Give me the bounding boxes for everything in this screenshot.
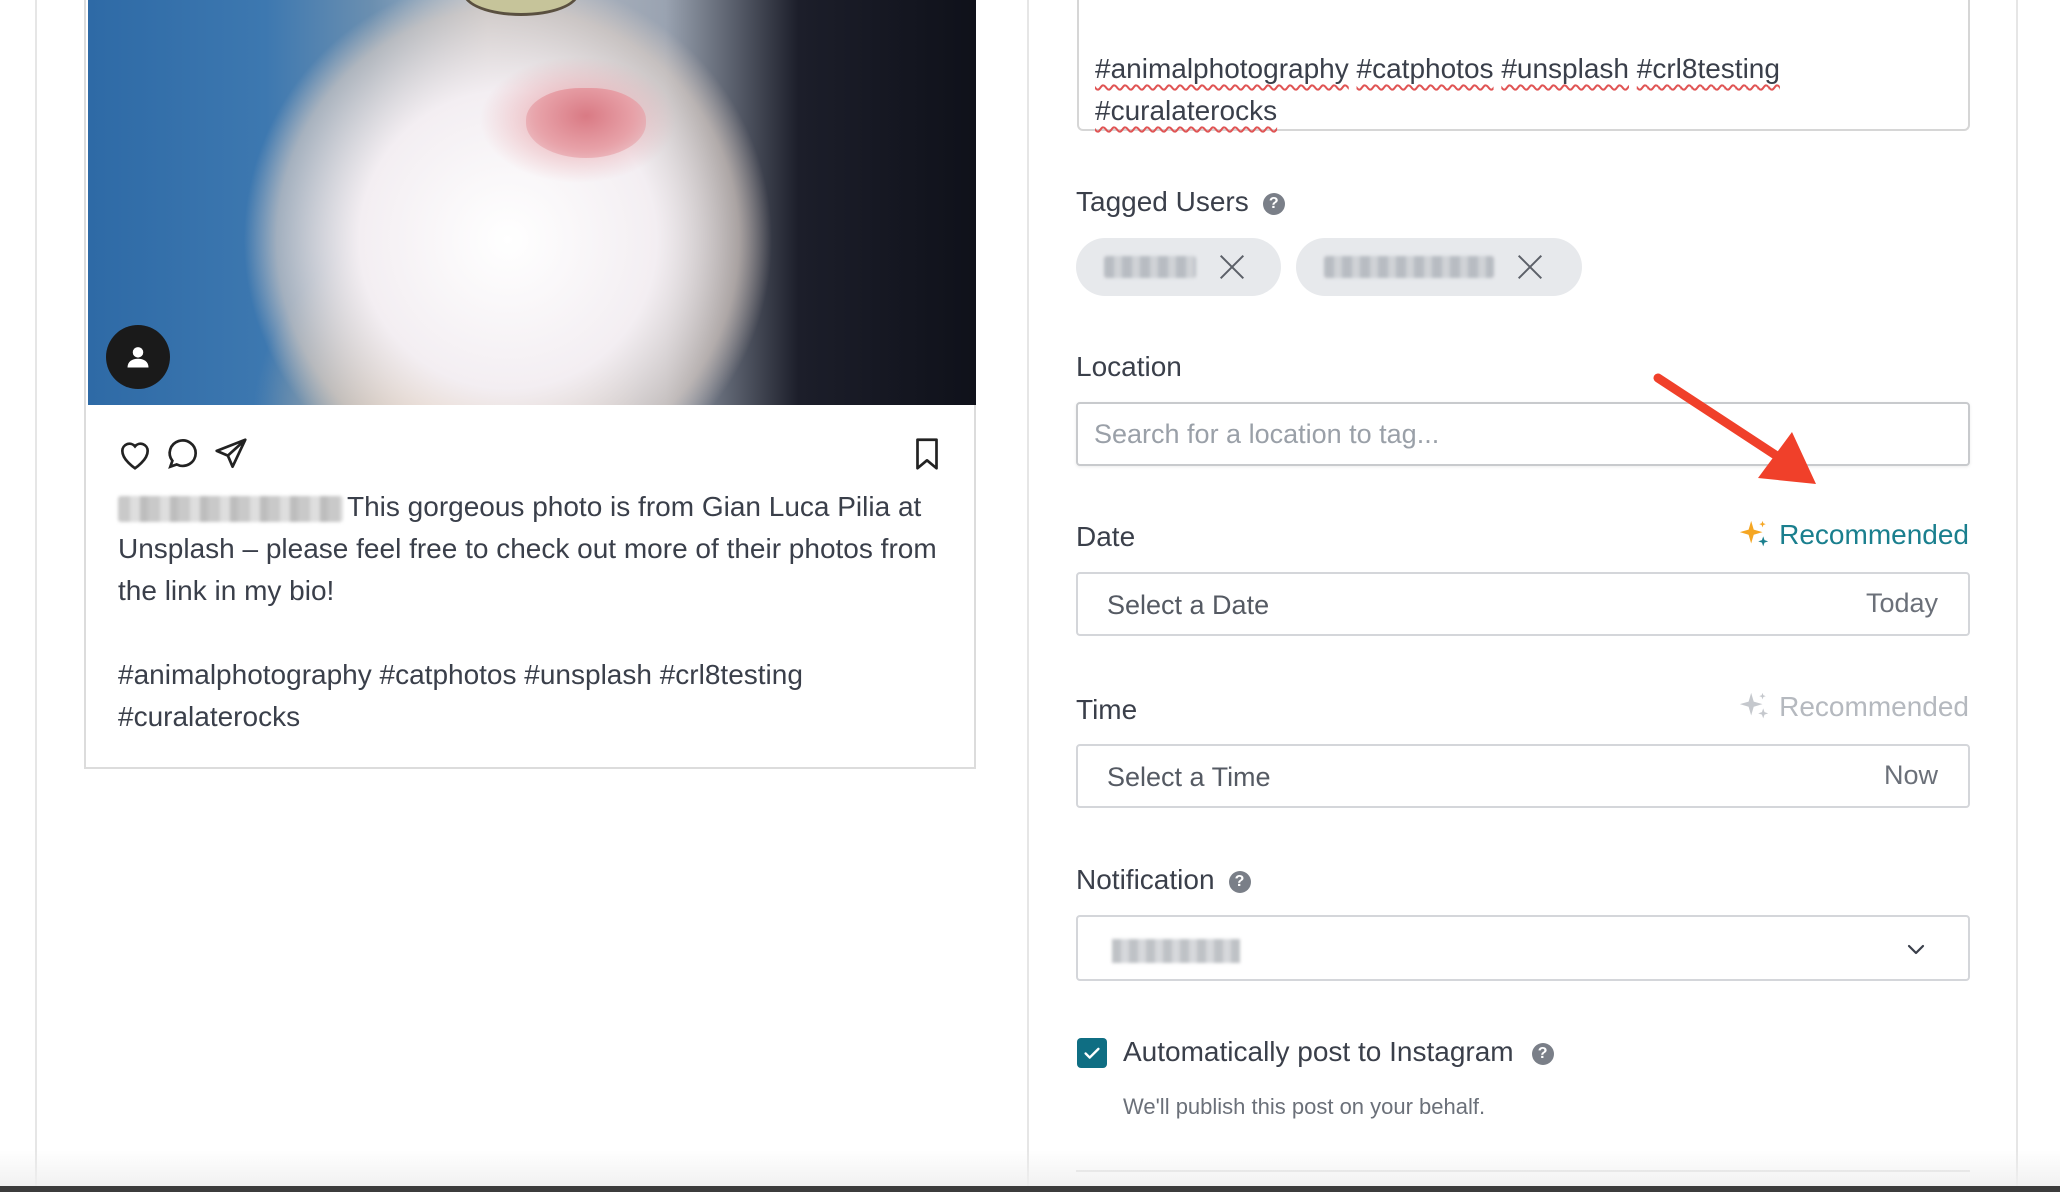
annotation-arrow: [1653, 373, 1816, 484]
notification-select[interactable]: [1076, 915, 1970, 981]
notification-label: Notification?: [1076, 864, 1251, 896]
location-search-input[interactable]: [1076, 402, 1970, 466]
date-value: Today: [1865, 588, 1938, 618]
chevron-down-icon: [1907, 944, 1925, 955]
redacted-username: [118, 495, 343, 522]
window-bottom-edge: [0, 1186, 2060, 1192]
close-icon[interactable]: [1516, 253, 1544, 281]
time-picker[interactable]: Select a Time Now: [1076, 744, 1970, 808]
photo-detail: [526, 88, 646, 158]
hashtag: #animalphotography: [1095, 53, 1349, 84]
share-icon[interactable]: [212, 435, 250, 473]
caption-textarea-content: #animalphotography #catphotos #unsplash …: [1095, 48, 1780, 132]
caption-textarea[interactable]: #animalphotography #catphotos #unsplash …: [1077, 0, 1970, 131]
time-placeholder: Select a Time: [1107, 762, 1271, 792]
right-page-border: [2016, 0, 2018, 1186]
help-icon[interactable]: ?: [1531, 1042, 1554, 1065]
time-value: Now: [1883, 760, 1938, 790]
comment-icon[interactable]: [164, 435, 202, 473]
date-picker[interactable]: Select a Date Today: [1076, 572, 1970, 636]
location-label: Location: [1076, 351, 1182, 382]
post-photo: [88, 0, 976, 405]
post-preview-card: This gorgeous photo is from Gian Luca Pi…: [84, 0, 976, 769]
date-placeholder: Select a Date: [1107, 590, 1270, 620]
caption-hashtags: #animalphotography #catphotos #unsplash …: [118, 659, 803, 690]
auto-post-label: Automatically post to Instagram?: [1123, 1036, 1554, 1068]
time-recommended-link[interactable]: Recommended: [1737, 690, 1969, 724]
redacted-username: [1324, 256, 1494, 278]
redacted-username: [1104, 256, 1196, 278]
hashtag: #crl8testing: [1636, 53, 1780, 84]
time-label: Time: [1076, 694, 1138, 725]
date-recommended-link[interactable]: Recommended: [1737, 518, 1969, 552]
caption-hashtags: #curalaterocks: [118, 701, 301, 732]
heart-icon[interactable]: [116, 435, 154, 473]
auto-post-subtext: We'll publish this post on your behalf.: [1123, 1094, 1486, 1119]
hashtag: #unsplash: [1501, 53, 1629, 84]
tagged-users-label: Tagged Users?: [1076, 186, 1285, 218]
column-divider: [1027, 0, 1029, 1186]
checkmark-icon: [1084, 1047, 1100, 1059]
post-actions: [116, 435, 946, 475]
tagged-user-chip: [1076, 238, 1281, 296]
bottom-fade: [0, 1150, 2060, 1186]
redacted-selected-value: [1112, 939, 1240, 963]
sparkle-icon: [1739, 692, 1769, 719]
tagged-user-chip: [1296, 238, 1582, 296]
hashtag: #catphotos: [1356, 53, 1494, 84]
help-icon[interactable]: ?: [1228, 870, 1251, 893]
photo-detail: [463, 0, 579, 16]
date-label: Date: [1076, 521, 1136, 552]
left-page-border: [35, 0, 37, 1186]
close-icon[interactable]: [1218, 253, 1246, 281]
auto-post-checkbox[interactable]: [1077, 1038, 1107, 1068]
bookmark-icon[interactable]: [908, 435, 946, 473]
help-icon[interactable]: ?: [1262, 192, 1285, 215]
hashtag: #curalaterocks: [1095, 95, 1278, 126]
user-avatar-button[interactable]: [106, 325, 170, 389]
post-caption: This gorgeous photo is from Gian Luca Pi…: [118, 486, 948, 738]
user-icon: [127, 347, 149, 368]
sparkle-icon: [1739, 520, 1769, 547]
